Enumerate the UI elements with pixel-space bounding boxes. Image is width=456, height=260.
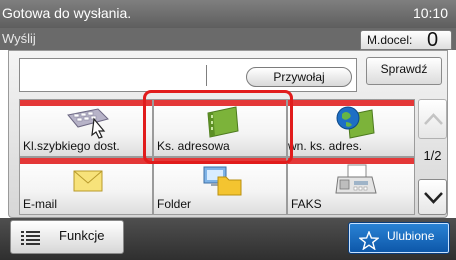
tile-fax[interactable]: FAKS <box>287 157 415 215</box>
bottom-bar: Funkcje Ulubione <box>0 218 456 260</box>
tile-external-address-book-label: Zewn. ks. adres. <box>288 139 363 153</box>
list-icon <box>21 231 40 245</box>
envelope-icon <box>73 170 103 192</box>
tile-email[interactable]: E-mail <box>19 157 153 215</box>
tile-speed-dial[interactable]: Kl.szybkiego dost. <box>19 99 153 157</box>
functions-button-label: Funkcje <box>59 228 105 243</box>
chevron-up-icon <box>424 113 443 125</box>
destination-counter-label: M.docel: <box>367 33 413 47</box>
folder-icon <box>203 166 242 196</box>
clock: 10:10 <box>412 5 448 21</box>
favorites-button[interactable]: Ulubione <box>348 222 450 254</box>
functions-button[interactable]: Funkcje <box>10 220 124 254</box>
status-bar: Gotowa do wysłania. 10:10 <box>0 0 456 28</box>
favorites-button-label: Ulubione <box>387 229 435 243</box>
send-screen: Gotowa do wysłania. 10:10 Wyślij M.docel… <box>0 0 456 260</box>
scroll-down-button[interactable] <box>418 179 447 215</box>
scroll-up-button[interactable] <box>418 99 447 139</box>
speed-dial-keyboard-icon <box>67 108 109 139</box>
tile-email-label: E-mail <box>23 197 58 211</box>
destination-counter-button[interactable]: M.docel: 0 <box>360 29 452 51</box>
tile-speed-dial-label: Kl.szybkiego dost. <box>23 139 120 153</box>
fax-machine-icon <box>335 164 377 194</box>
title-bar: Wyślij M.docel: 0 <box>0 28 456 51</box>
external-address-book-icon <box>336 106 375 139</box>
check-button[interactable]: Sprawdź <box>366 57 442 85</box>
recall-button[interactable]: Przywołaj <box>246 67 352 87</box>
tile-external-address-book[interactable]: Zewn. ks. adres. <box>287 99 415 157</box>
tile-fax-label: FAKS <box>291 197 322 211</box>
status-message: Gotowa do wysłania. <box>2 5 132 21</box>
destination-input-area[interactable]: Przywołaj <box>19 58 357 92</box>
page-title: Wyślij <box>2 31 36 46</box>
address-book-highlight <box>143 90 293 164</box>
page-indicator: 1/2 <box>423 148 442 163</box>
tile-folder-label: Folder <box>157 197 192 211</box>
destination-panel: Przywołaj Sprawdź Kl.szybkiego dost. Ks.… <box>8 50 448 218</box>
star-icon <box>359 231 379 250</box>
chevron-down-icon <box>424 192 443 204</box>
tile-folder[interactable]: Folder <box>153 157 287 215</box>
input-separator <box>206 65 207 86</box>
destination-counter-value: 0 <box>427 29 439 51</box>
